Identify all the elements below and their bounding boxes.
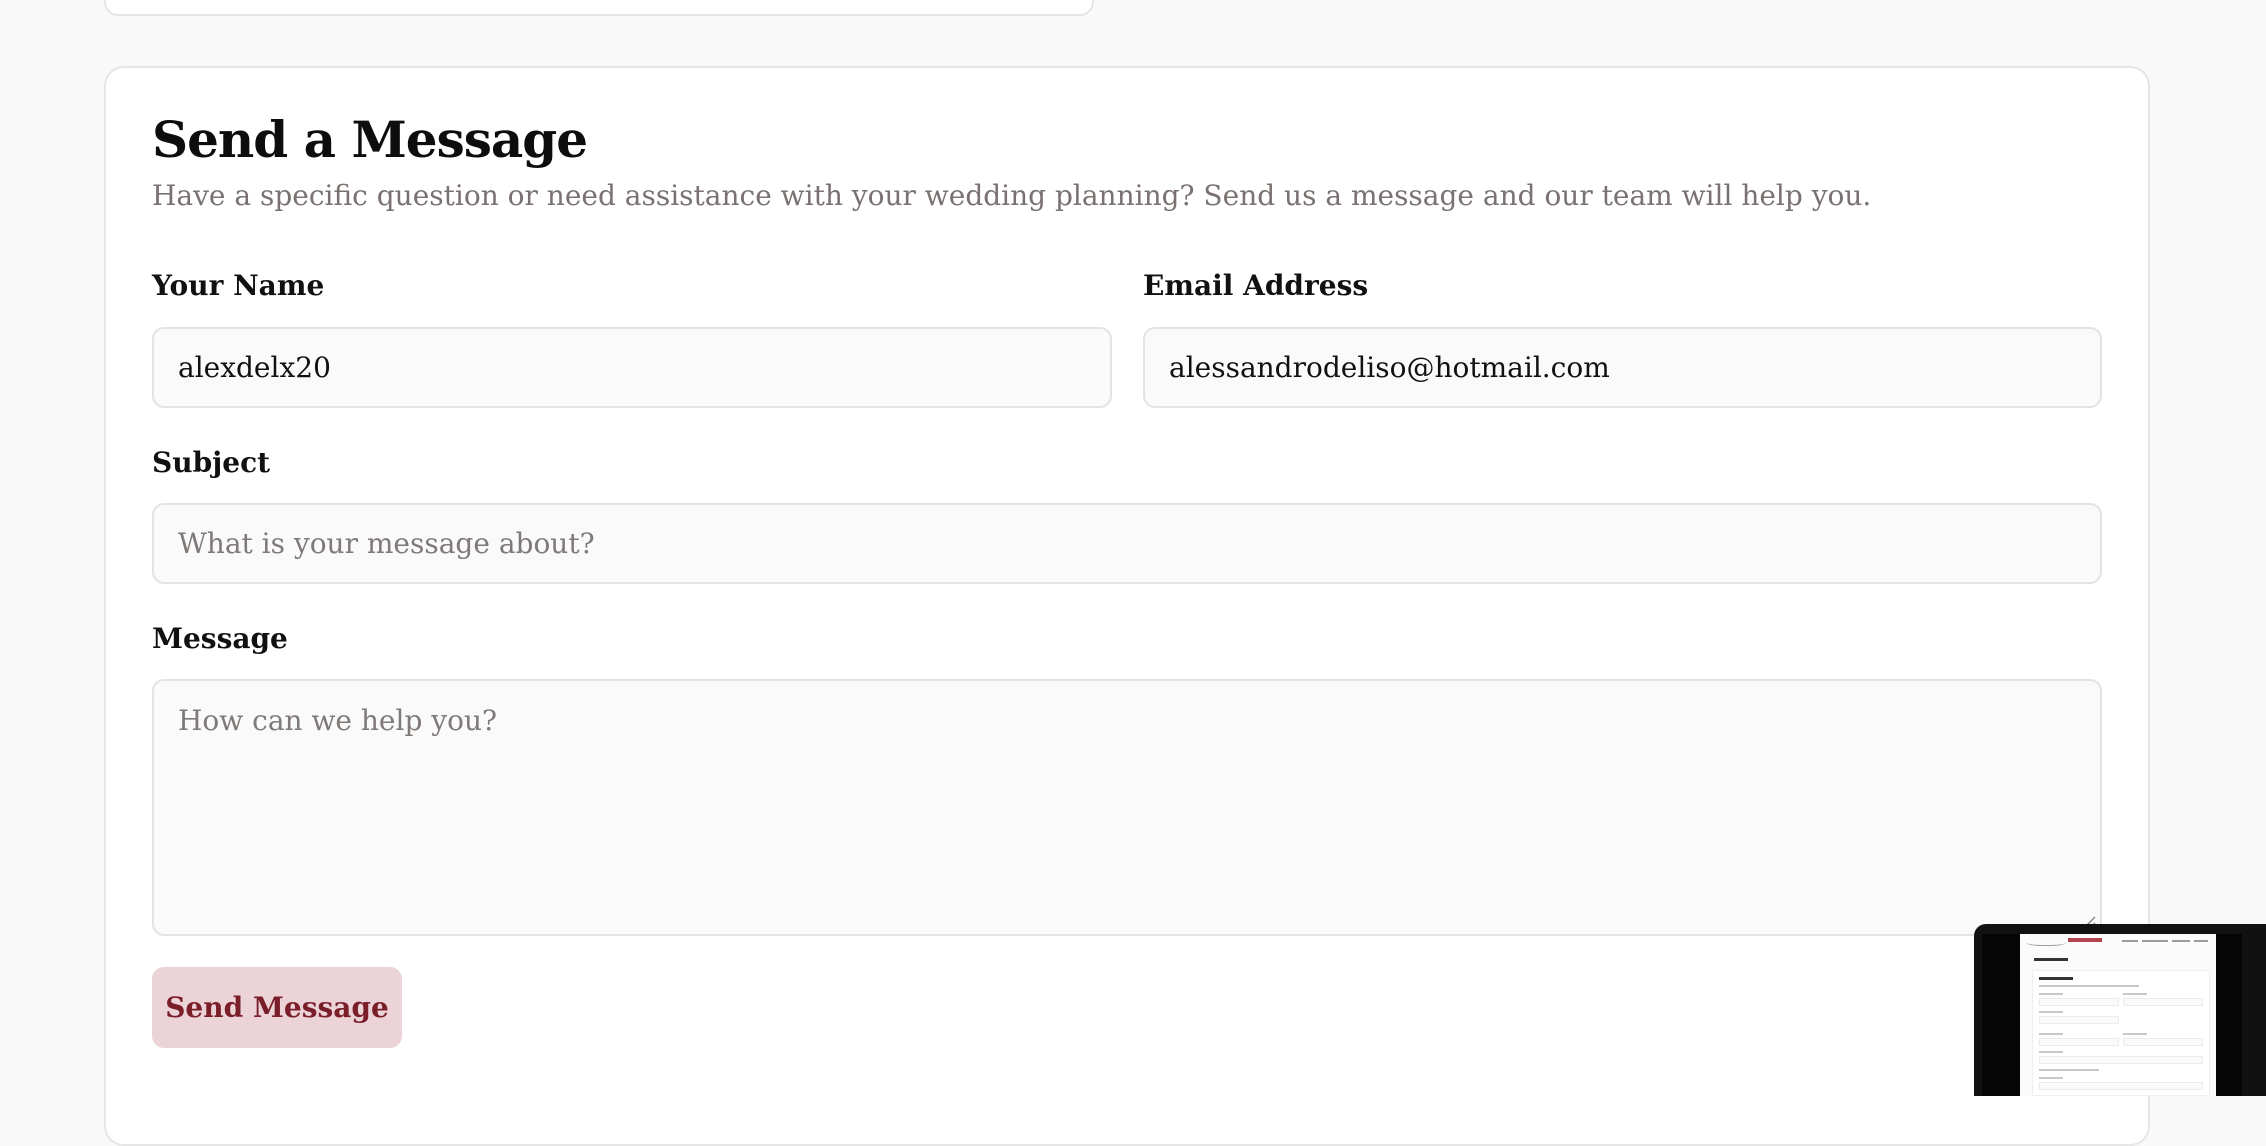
email-field[interactable]	[1143, 327, 2102, 408]
send-message-button[interactable]: Send Message	[152, 967, 402, 1048]
thumbnail-field	[2123, 998, 2203, 1006]
thumbnail-text-line	[2039, 1051, 2063, 1053]
thumbnail-text-line	[2123, 1033, 2147, 1035]
name-field[interactable]	[152, 327, 1112, 408]
thumbnail-text-line	[2039, 1069, 2099, 1071]
thumbnail-text-line	[2039, 993, 2063, 995]
thumbnail-panel	[2032, 970, 2210, 1096]
thumbnail-nav-item	[2122, 940, 2138, 942]
screen-preview-thumbnail[interactable]	[1974, 924, 2266, 1096]
name-label: Your Name	[152, 269, 325, 302]
thumbnail-logo	[2026, 937, 2066, 946]
thumbnail-panel-title	[2039, 977, 2073, 980]
page-title: Send a Message	[152, 110, 588, 169]
thumbnail-nav-item	[2142, 940, 2168, 942]
message-label: Message	[152, 622, 288, 655]
email-label: Email Address	[1143, 269, 1369, 302]
thumbnail-field	[2039, 1082, 2203, 1090]
thumbnail-text-line	[2039, 1011, 2063, 1013]
thumbnail-field	[2039, 1056, 2203, 1064]
thumbnail-text-line	[2039, 985, 2139, 987]
thumbnail-page	[2020, 934, 2216, 1096]
thumbnail-heading	[2034, 958, 2068, 961]
thumbnail-nav-item	[2194, 940, 2208, 942]
subject-input[interactable]	[152, 503, 2102, 584]
send-message-card	[104, 66, 2150, 1146]
thumbnail-field	[2039, 998, 2119, 1006]
thumbnail-field	[2039, 1016, 2119, 1024]
thumbnail-text-line	[2039, 1033, 2063, 1035]
thumbnail-text-line	[2039, 1077, 2063, 1079]
previous-section-card	[104, 0, 1094, 16]
message-textarea[interactable]	[152, 679, 2102, 936]
thumbnail-nav-item	[2172, 940, 2190, 942]
subject-label: Subject	[152, 446, 271, 479]
thumbnail-screen	[1982, 934, 2242, 1096]
page-subtitle: Have a specific question or need assista…	[152, 179, 1872, 212]
thumbnail-field	[2039, 1038, 2119, 1046]
thumbnail-text-line	[2123, 993, 2147, 995]
thumbnail-field	[2123, 1038, 2203, 1046]
thumbnail-brand	[2068, 938, 2102, 942]
